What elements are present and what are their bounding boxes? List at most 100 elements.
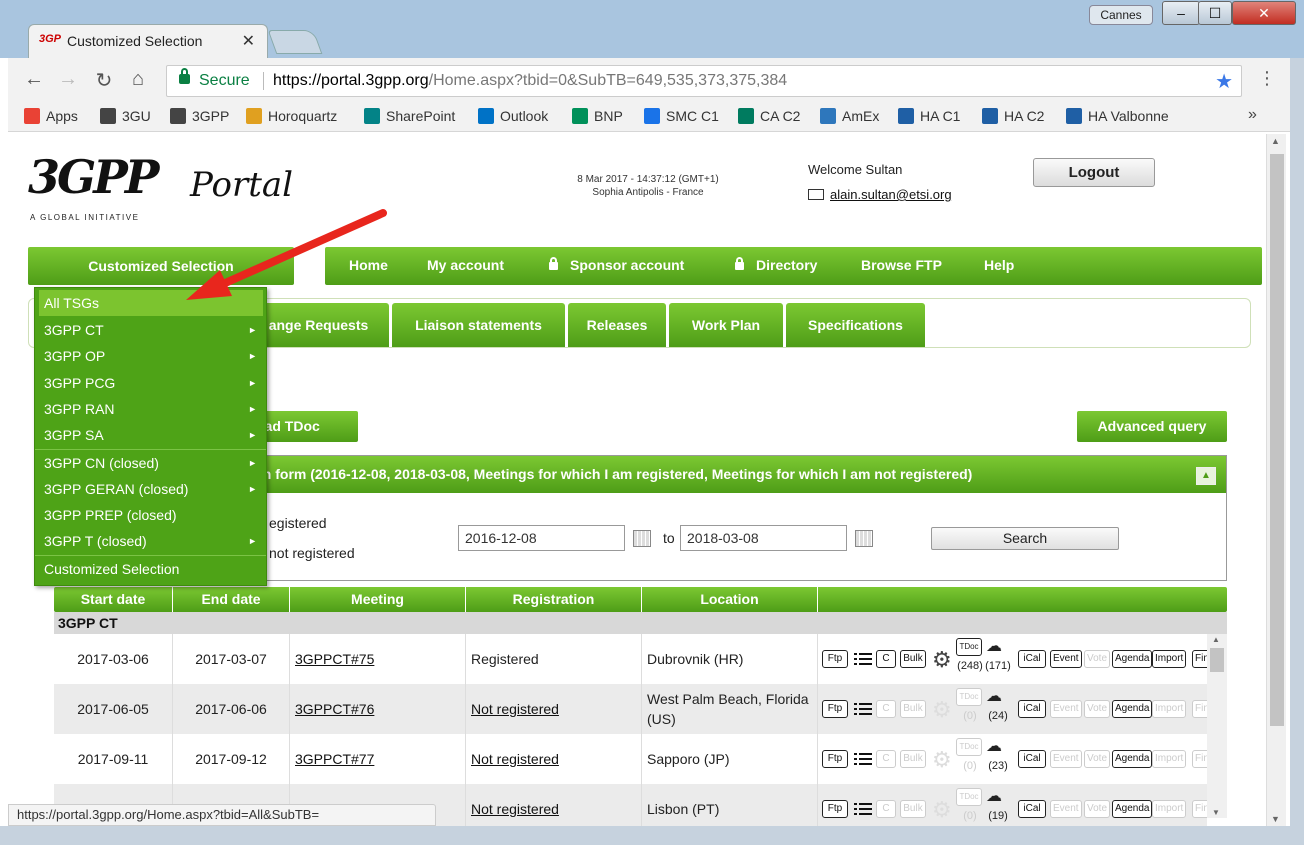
ical-button[interactable]: iCal xyxy=(1018,750,1046,768)
to-date-input[interactable] xyxy=(680,525,847,551)
tab-change-requests[interactable]: ange Requests xyxy=(248,303,389,347)
scroll-up-icon[interactable]: ▲ xyxy=(1212,635,1220,644)
address-bar[interactable]: Secure https://portal.3gpp.org/Home.aspx… xyxy=(166,65,1242,97)
register-link[interactable]: Not registered xyxy=(471,751,559,767)
dropdown-item-3gpp-ct[interactable]: 3GPP CT ► xyxy=(35,317,266,343)
reload-icon[interactable]: ↻ xyxy=(92,68,116,93)
logout-button[interactable]: Logout xyxy=(1033,158,1155,187)
fin-button[interactable]: Fin xyxy=(1192,650,1207,668)
home-icon[interactable]: ⌂ xyxy=(126,68,150,91)
register-link[interactable]: Not registered xyxy=(471,701,559,717)
search-button[interactable]: Search xyxy=(931,527,1119,550)
bulk-button[interactable]: Bulk xyxy=(900,650,926,668)
register-link[interactable]: Not registered xyxy=(471,801,559,817)
col-location[interactable]: Location xyxy=(642,587,818,612)
customized-selection-button[interactable]: Customized Selection xyxy=(28,247,294,285)
dropdown-item-3gpp-sa[interactable]: 3GPP SA ► xyxy=(35,422,266,448)
nav-directory[interactable]: Directory xyxy=(735,257,817,273)
browser-menu-icon[interactable]: ⋮ xyxy=(1258,68,1276,89)
bookmark-sharepoint[interactable]: SharePoint xyxy=(364,108,455,124)
email-link[interactable]: alain.sultan@etsi.org xyxy=(808,187,952,202)
scrollbar-thumb[interactable] xyxy=(1270,154,1284,726)
advanced-query-button[interactable]: Advanced query xyxy=(1077,411,1227,442)
bookmark-ha-valbonne[interactable]: HA Valbonne xyxy=(1066,108,1169,124)
ical-button[interactable]: iCal xyxy=(1018,650,1046,668)
maximize-button[interactable]: ☐ xyxy=(1198,1,1232,25)
bookmark-star-icon[interactable]: ★ xyxy=(1215,69,1233,94)
col-start-date[interactable]: Start date xyxy=(54,587,173,612)
col-meeting[interactable]: Meeting xyxy=(290,587,466,612)
dropdown-item-all-tsgs[interactable]: All TSGs xyxy=(39,290,263,316)
participants-icon[interactable]: ☁ xyxy=(986,636,1002,656)
calendar-icon[interactable] xyxy=(855,530,873,547)
ftp-button[interactable]: Ftp xyxy=(822,750,848,768)
agenda-button[interactable]: Agenda xyxy=(1112,750,1153,768)
dropdown-item-3gpp-ran[interactable]: 3GPP RAN ► xyxy=(35,396,266,422)
participants-icon[interactable]: ☁ xyxy=(986,736,1002,756)
bookmark-apps[interactable]: Apps xyxy=(24,108,78,124)
event-button[interactable]: Event xyxy=(1050,650,1082,668)
dropdown-item-3gpp-geran-closed[interactable]: 3GPP GERAN (closed) ► xyxy=(35,476,266,502)
tab-releases[interactable]: Releases xyxy=(568,303,666,347)
dropdown-item-customized-selection[interactable]: Customized Selection xyxy=(35,556,266,582)
browser-tab-active[interactable]: 3GP Customized Selection ✕ xyxy=(28,24,268,58)
bookmark-outlook[interactable]: Outlook xyxy=(478,108,548,124)
ical-button[interactable]: iCal xyxy=(1018,800,1046,818)
ical-button[interactable]: iCal xyxy=(1018,700,1046,718)
url-text[interactable]: https://portal.3gpp.org/Home.aspx?tbid=0… xyxy=(273,72,787,90)
import-button[interactable]: Import xyxy=(1152,650,1187,668)
bookmark-horoquartz[interactable]: Horoquartz xyxy=(246,108,337,124)
list-icon[interactable] xyxy=(854,801,872,817)
agenda-button[interactable]: Agenda xyxy=(1112,800,1153,818)
bookmark-amex[interactable]: AmEx xyxy=(820,108,879,124)
bookmark-bnp[interactable]: BNP xyxy=(572,108,623,124)
registered-option[interactable]: egistered xyxy=(269,515,327,531)
profile-button[interactable]: Cannes xyxy=(1089,5,1153,25)
not-registered-option[interactable]: not registered xyxy=(269,545,355,561)
collapse-chevron-icon[interactable]: ▲ xyxy=(1196,467,1216,485)
dropdown-item-3gpp-pcg[interactable]: 3GPP PCG ► xyxy=(35,370,266,396)
scroll-down-icon[interactable]: ▼ xyxy=(1212,808,1220,817)
scroll-up-icon[interactable]: ▲ xyxy=(1271,136,1280,146)
bookmarks-overflow-icon[interactable]: » xyxy=(1248,106,1257,124)
tab-liaison-statements[interactable]: Liaison statements xyxy=(392,303,565,347)
c-button[interactable]: C xyxy=(876,650,896,668)
bookmark-ha-c1[interactable]: HA C1 xyxy=(898,108,960,124)
meeting-link[interactable]: 3GPPCT#76 xyxy=(295,701,374,717)
gear-icon[interactable]: ⚙ xyxy=(932,647,952,673)
table-scrollbar[interactable]: ▲ ▼ xyxy=(1207,634,1227,818)
ftp-button[interactable]: Ftp xyxy=(822,700,848,718)
ftp-button[interactable]: Ftp xyxy=(822,800,848,818)
window-close-button[interactable]: ✕ xyxy=(1232,1,1296,25)
nav-help[interactable]: Help xyxy=(984,257,1014,273)
dropdown-item-3gpp-prep-closed[interactable]: 3GPP PREP (closed) xyxy=(35,502,266,528)
ftp-button[interactable]: Ftp xyxy=(822,650,848,668)
dropdown-item-3gpp-op[interactable]: 3GPP OP ► xyxy=(35,343,266,369)
participants-icon[interactable]: ☁ xyxy=(986,786,1002,806)
tab-specifications[interactable]: Specifications xyxy=(786,303,925,347)
from-date-input[interactable] xyxy=(458,525,625,551)
minimize-button[interactable]: – xyxy=(1162,1,1200,25)
forward-arrow-icon[interactable]: → xyxy=(56,68,80,91)
calendar-icon[interactable] xyxy=(633,530,651,547)
bookmark-ha-c2[interactable]: HA C2 xyxy=(982,108,1044,124)
agenda-button[interactable]: Agenda xyxy=(1112,650,1153,668)
col-registration[interactable]: Registration xyxy=(466,587,642,612)
participants-icon[interactable]: ☁ xyxy=(986,686,1002,706)
list-icon[interactable] xyxy=(854,751,872,767)
meeting-link[interactable]: 3GPPCT#77 xyxy=(295,751,374,767)
list-icon[interactable] xyxy=(854,701,872,717)
tab-close-icon[interactable]: ✕ xyxy=(242,31,255,51)
back-arrow-icon[interactable]: ← xyxy=(22,68,46,91)
nav-browse-ftp[interactable]: Browse FTP xyxy=(861,257,942,273)
dropdown-item-3gpp-cn-closed[interactable]: 3GPP CN (closed) ► xyxy=(35,450,266,476)
page-scrollbar[interactable]: ▲ ▼ xyxy=(1266,134,1286,826)
table-scrollbar-thumb[interactable] xyxy=(1210,648,1224,672)
agenda-button[interactable]: Agenda xyxy=(1112,700,1153,718)
nav-sponsor-account[interactable]: Sponsor account xyxy=(549,257,684,273)
tdoc-button[interactable]: TDoc xyxy=(956,638,982,656)
col-end-date[interactable]: End date xyxy=(173,587,290,612)
3gpp-logo[interactable]: 3GPP xyxy=(28,150,159,204)
bookmark-ca-c2[interactable]: CA C2 xyxy=(738,108,800,124)
dropdown-item-3gpp-t-closed[interactable]: 3GPP T (closed) ► xyxy=(35,528,266,554)
